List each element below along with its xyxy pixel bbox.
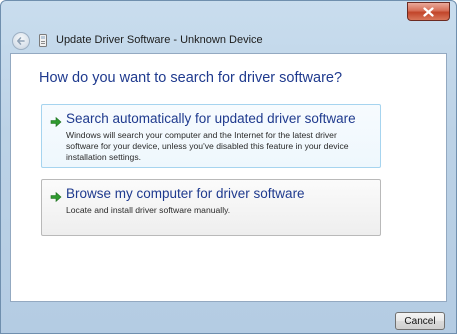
wizard-content: How do you want to search for driver sof… xyxy=(10,53,447,302)
option-description: Locate and install driver software manua… xyxy=(66,205,231,215)
device-icon xyxy=(39,34,47,47)
footer-bar: Cancel xyxy=(1,303,456,334)
option-description: Windows will search your computer and th… xyxy=(66,130,349,162)
browse-computer-option[interactable]: Browse my computer for driver software L… xyxy=(41,179,381,236)
back-button[interactable] xyxy=(12,32,30,50)
cancel-button[interactable]: Cancel xyxy=(395,312,445,330)
title-bar: Update Driver Software - Unknown Device xyxy=(1,1,456,53)
close-icon xyxy=(423,6,434,17)
option-title: Search automatically for updated driver … xyxy=(66,111,356,126)
search-automatically-option[interactable]: Search automatically for updated driver … xyxy=(41,104,381,168)
green-arrow-icon xyxy=(50,116,62,128)
green-arrow-icon xyxy=(50,191,62,203)
back-arrow-icon xyxy=(17,37,25,45)
wizard-window: Update Driver Software - Unknown Device … xyxy=(0,0,457,334)
page-heading: How do you want to search for driver sof… xyxy=(39,70,343,86)
window-title: Update Driver Software - Unknown Device xyxy=(56,34,263,46)
option-title: Browse my computer for driver software xyxy=(66,186,305,201)
close-button[interactable] xyxy=(407,2,450,21)
